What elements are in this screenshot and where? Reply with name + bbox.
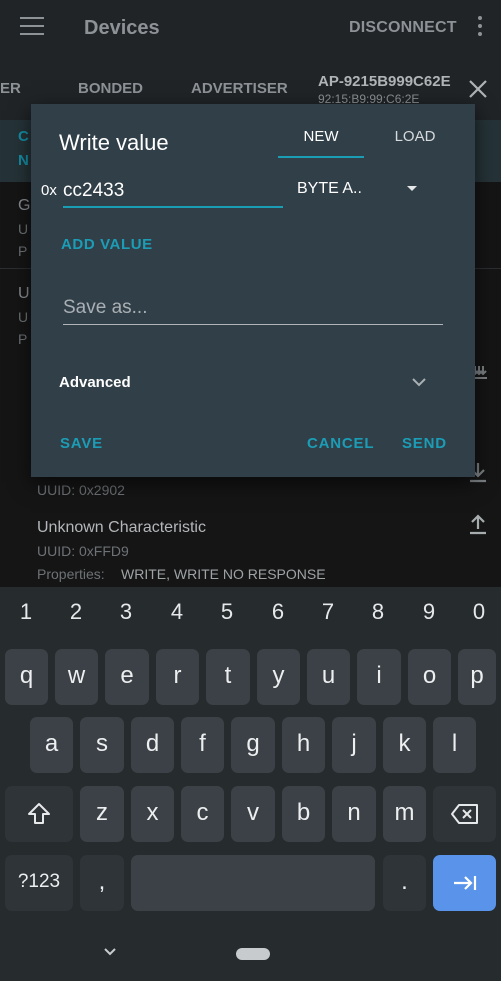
tab-scanner-partial[interactable]: ER	[0, 80, 21, 97]
save-as-input[interactable]	[63, 292, 443, 325]
key-j[interactable]: j	[332, 717, 376, 773]
period-key[interactable]: .	[383, 855, 426, 911]
tab-device-name[interactable]: AP-9215B999C62E	[318, 73, 451, 90]
tab-new[interactable]: NEW	[278, 128, 364, 145]
dialog-title: Write value	[59, 130, 169, 155]
tab-indicator	[278, 156, 364, 158]
write-value-dialog: Write value NEW LOAD 0x BYTE A.. ADD VAL…	[31, 104, 475, 477]
key-k[interactable]: k	[383, 717, 426, 773]
strip-letter: C	[18, 128, 29, 145]
key-6[interactable]: 6	[258, 599, 298, 625]
key-m[interactable]: m	[383, 786, 426, 842]
advanced-section-toggle[interactable]: Advanced	[59, 374, 131, 391]
key-h[interactable]: h	[282, 717, 325, 773]
key-p[interactable]: p	[458, 649, 496, 705]
key-9[interactable]: 9	[409, 599, 449, 625]
key-i[interactable]: i	[357, 649, 401, 705]
tab-advertiser[interactable]: ADVERTISER	[191, 80, 288, 97]
comma-key[interactable]: ,	[80, 855, 124, 911]
key-d[interactable]: d	[131, 717, 174, 773]
list-item-partial: P	[18, 243, 28, 259]
key-y[interactable]: y	[257, 649, 300, 705]
next-key[interactable]	[433, 855, 496, 911]
space-key[interactable]	[131, 855, 375, 911]
key-e[interactable]: e	[105, 649, 149, 705]
list-item-partial: U	[18, 309, 29, 325]
next-field-icon	[454, 876, 477, 890]
add-value-button[interactable]: ADD VALUE	[61, 236, 153, 253]
key-v[interactable]: v	[231, 786, 275, 842]
key-l[interactable]: l	[433, 717, 476, 773]
key-o[interactable]: o	[408, 649, 451, 705]
key-u[interactable]: u	[307, 649, 350, 705]
hide-keyboard-icon[interactable]	[103, 947, 117, 957]
close-icon[interactable]	[467, 78, 489, 100]
key-f[interactable]: f	[181, 717, 224, 773]
list-item-partial: U	[18, 221, 29, 237]
key-5[interactable]: 5	[207, 599, 247, 625]
disconnect-button[interactable]: DISCONNECT	[349, 19, 457, 37]
key-b[interactable]: b	[282, 786, 325, 842]
dropdown-arrow-icon[interactable]	[407, 186, 417, 191]
home-pill[interactable]	[236, 948, 270, 960]
key-z[interactable]: z	[80, 786, 124, 842]
tab-bonded[interactable]: BONDED	[78, 80, 143, 97]
write-icon[interactable]	[467, 512, 489, 536]
strip-letter: N	[18, 152, 29, 169]
overflow-menu-icon[interactable]	[478, 16, 484, 40]
app-title: Devices	[84, 17, 160, 39]
key-8[interactable]: 8	[358, 599, 398, 625]
characteristic-uuid: UUID: 0xFFD9	[37, 543, 129, 559]
key-s[interactable]: s	[80, 717, 124, 773]
key-x[interactable]: x	[131, 786, 174, 842]
key-0[interactable]: 0	[459, 599, 499, 625]
characteristic-name[interactable]: Unknown Characteristic	[37, 519, 206, 537]
shift-icon	[28, 803, 50, 824]
menu-icon[interactable]	[20, 17, 44, 37]
cancel-button[interactable]: CANCEL	[307, 435, 374, 452]
soft-keyboard: 1 2 3 4 5 6 7 8 9 0 q w e r t y u i o p …	[0, 587, 501, 981]
chevron-down-icon[interactable]	[411, 376, 427, 388]
key-3[interactable]: 3	[106, 599, 146, 625]
value-input[interactable]	[63, 176, 283, 208]
key-4[interactable]: 4	[157, 599, 197, 625]
key-2[interactable]: 2	[56, 599, 96, 625]
list-item-partial: U	[18, 285, 30, 302]
key-t[interactable]: t	[206, 649, 250, 705]
backspace-icon	[451, 804, 478, 824]
key-1[interactable]: 1	[6, 599, 46, 625]
symbols-key[interactable]: ?123	[5, 855, 73, 911]
key-n[interactable]: n	[332, 786, 376, 842]
tab-load[interactable]: LOAD	[379, 128, 451, 145]
key-a[interactable]: a	[30, 717, 73, 773]
format-dropdown[interactable]: BYTE A..	[297, 180, 362, 198]
characteristic-properties-value: WRITE, WRITE NO RESPONSE	[121, 566, 326, 582]
hex-prefix: 0x	[41, 182, 57, 199]
key-r[interactable]: r	[156, 649, 199, 705]
key-q[interactable]: q	[5, 649, 48, 705]
list-item-partial: G	[18, 197, 31, 214]
key-c[interactable]: c	[181, 786, 224, 842]
backspace-key[interactable]	[433, 786, 496, 842]
key-w[interactable]: w	[55, 649, 98, 705]
shift-key[interactable]	[5, 786, 73, 842]
descriptor-uuid: UUID: 0x2902	[37, 482, 125, 498]
key-g[interactable]: g	[231, 717, 275, 773]
characteristic-properties-label: Properties:	[37, 566, 105, 582]
list-item-partial: P	[18, 331, 28, 347]
send-button[interactable]: SEND	[402, 435, 447, 452]
key-7[interactable]: 7	[308, 599, 348, 625]
save-button[interactable]: SAVE	[60, 435, 103, 452]
